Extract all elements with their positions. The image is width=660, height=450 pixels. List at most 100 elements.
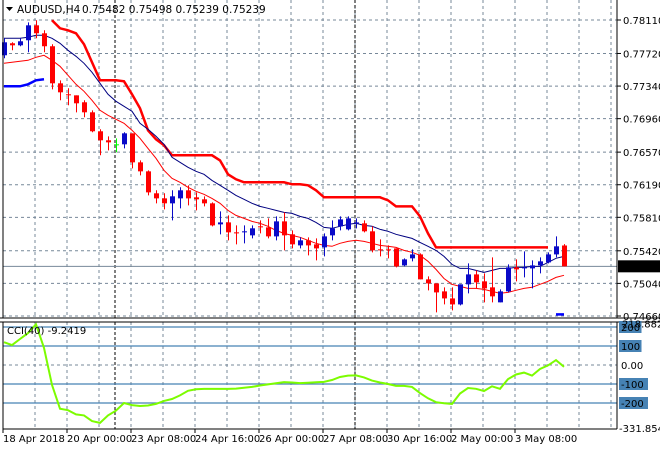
price-tick-label: 0.76190 [623, 181, 660, 192]
symbol-label: AUDUSD,H4 [17, 4, 81, 16]
time-label: 30 Apr 16:00 [387, 434, 452, 445]
ohlc-label: 0.75482 0.75498 0.75239 0.75239 [82, 4, 266, 16]
candle-body [498, 291, 503, 303]
candle-body [66, 94, 71, 96]
candle-body [506, 267, 511, 292]
candle-body [554, 246, 559, 255]
candle-body [234, 232, 239, 234]
candle-body [418, 254, 423, 280]
candle-body [42, 33, 47, 47]
candle-body [266, 227, 271, 237]
candle-body [314, 244, 319, 249]
price-tick-label: 0.76570 [623, 148, 660, 159]
chart-header: AUDUSD,H4 0.75482 0.75498 0.75239 0.7523… [6, 4, 266, 16]
candle-body [154, 193, 159, 199]
candle-body [322, 236, 327, 248]
cci-levels [3, 326, 617, 404]
candle-body [210, 203, 215, 226]
candle-body [18, 41, 23, 46]
triangle-down-icon[interactable] [6, 7, 13, 11]
candle-body [402, 259, 407, 266]
candle-body [226, 222, 231, 233]
stop-up-line [4, 78, 45, 88]
cci-line [3, 322, 565, 424]
candle-body [450, 298, 455, 305]
candle-body [394, 248, 399, 267]
candle-body [282, 221, 287, 236]
candle-body [546, 254, 551, 263]
time-label: 26 Apr 00:00 [259, 434, 324, 445]
candle-body [538, 261, 543, 266]
candle-body [474, 274, 479, 283]
cci-level-label: 0.00 [621, 361, 643, 372]
price-tick-label: 0.77720 [623, 49, 660, 60]
candle-body [290, 234, 295, 245]
candle-body [170, 196, 175, 204]
candle-body [138, 162, 143, 172]
candle-body [58, 83, 63, 93]
indicators [3, 19, 565, 316]
candle-body [194, 197, 199, 200]
candle-body [258, 226, 263, 228]
price-tick-label: 0.78110 [623, 16, 660, 27]
trading-chart[interactable]: 0.78110 0.77720 0.77340 0.76960 0.76570 0.761… [0, 0, 660, 450]
candle-body [330, 228, 335, 236]
candle-body [34, 25, 39, 34]
candle-body [82, 102, 87, 113]
ma-slow-line [3, 54, 565, 294]
candle-body [74, 95, 79, 104]
candle-body [338, 219, 343, 227]
candle-body [202, 199, 207, 204]
candle-body [106, 140, 111, 143]
candle-body [370, 231, 375, 251]
candle-body [434, 283, 439, 293]
price-tick-label: 0.77340 [623, 82, 660, 93]
candle-body [242, 231, 247, 233]
candle-body [186, 190, 191, 199]
cci-axis: 2001000.00-100-200218.8827-331.8547 [619, 319, 660, 435]
candle-body [562, 245, 567, 267]
candle-body [306, 240, 311, 246]
price-tick-label: 0.76960 [623, 115, 660, 126]
candle-body [466, 274, 471, 285]
candle-body [26, 25, 31, 41]
price-tick-label: 0.75420 [623, 247, 660, 258]
time-label: 2 May 00:00 [451, 434, 513, 445]
candle-body [122, 133, 127, 145]
candle-body [50, 46, 55, 84]
candles[interactable] [2, 20, 567, 313]
cci-label: CCI(40) -9.2419 [7, 326, 86, 337]
candle-body [146, 171, 151, 193]
cci-level-label: -100 [621, 380, 644, 391]
candle-body [378, 249, 383, 251]
cci-level-label: 100 [621, 342, 640, 353]
candle-body [362, 223, 367, 232]
candle-body [346, 218, 351, 230]
candle-body [274, 221, 279, 237]
price-axis: 0.78110 0.77720 0.77340 0.76960 0.76570 0.761… [617, 16, 660, 323]
time-label: 18 Apr 2018 [3, 434, 65, 445]
time-label: 23 Apr 08:00 [131, 434, 196, 445]
cci-line [3, 322, 565, 424]
time-label: 3 May 08:00 [515, 434, 577, 445]
candle-body [98, 131, 103, 141]
time-label: 27 Apr 08:00 [323, 434, 388, 445]
candle-body [178, 190, 183, 199]
cci-level-label: -200 [621, 399, 644, 410]
candle-body [514, 267, 519, 270]
candle-body [10, 43, 15, 46]
candle-body [522, 267, 527, 269]
candle-body [490, 287, 495, 297]
cci-max-label: 218.8827 [622, 319, 660, 330]
candle-body [530, 265, 535, 269]
candle-body [250, 228, 255, 236]
candle-body [114, 144, 119, 146]
candle-body [162, 198, 167, 204]
cci-min-label: -331.8547 [619, 424, 660, 435]
candle-body [482, 281, 487, 289]
candle-body [298, 240, 303, 246]
candle-body [442, 291, 447, 299]
candle-body [354, 222, 359, 224]
candle-body [90, 112, 95, 132]
candle-body [386, 249, 391, 251]
